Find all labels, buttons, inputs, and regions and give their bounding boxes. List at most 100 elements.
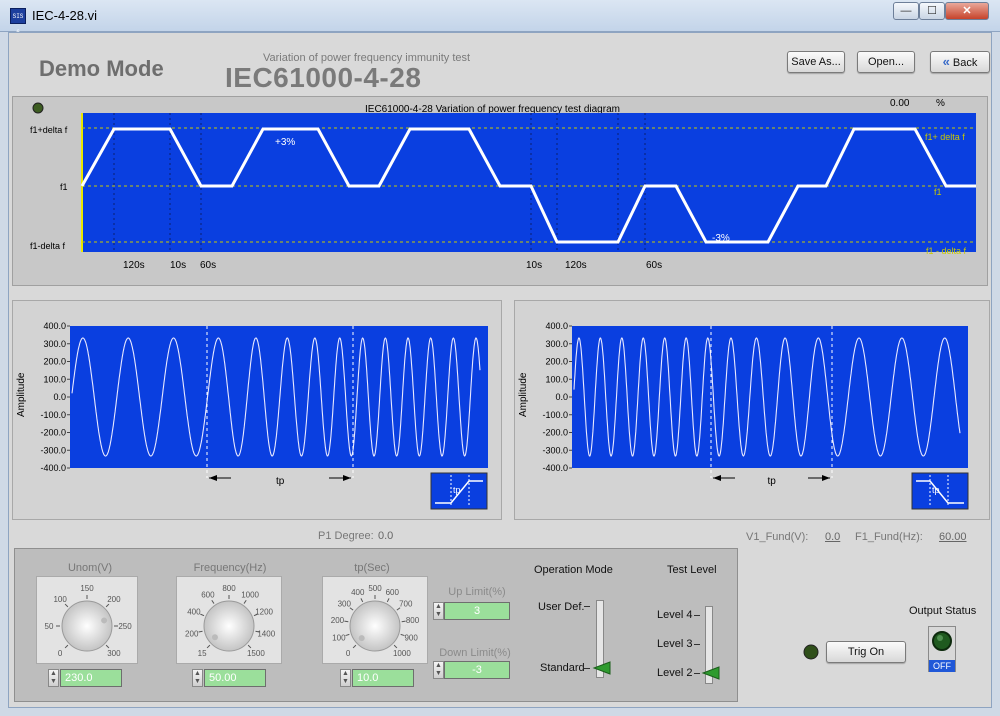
knob-scale-label: 0 — [346, 649, 351, 658]
knob-dial — [349, 600, 401, 652]
y-label-upper: f1+delta f — [30, 125, 68, 135]
up-limit-label: Up Limit(%) — [448, 586, 506, 598]
knob-scale-label: 1000 — [241, 590, 259, 599]
trig-on-button[interactable]: Trig On — [826, 641, 906, 663]
tp-spinner[interactable]: ▲ ▼ — [340, 669, 351, 687]
knob-scale-label: 500 — [368, 584, 382, 593]
knob-scale-label: 1500 — [247, 649, 265, 658]
knob-scale-label: 15 — [198, 649, 207, 658]
frequency-value-field[interactable]: 50.00 — [204, 669, 266, 687]
p1-degree-value: 0.0 — [378, 530, 394, 542]
knob-scale-label: 150 — [80, 584, 94, 593]
waveform-ytick: -400.0 — [542, 463, 568, 473]
knob-scale-label: 1000 — [393, 649, 411, 658]
knob-scale-label: 250 — [118, 622, 132, 631]
right-label-lower: f1 - delta f — [926, 246, 967, 256]
unom-knob[interactable]: 0 50 100 150 200 250 300 — [36, 576, 138, 664]
unom-value-field[interactable]: 230.0 — [60, 669, 122, 687]
open-button[interactable]: Open... — [857, 51, 915, 73]
minimize-button[interactable]: — — [893, 2, 919, 20]
knob-scale-label: 400 — [187, 607, 201, 616]
tick-mark — [584, 606, 590, 607]
operation-mode-slider-thumb[interactable] — [592, 661, 612, 675]
operation-mode-option-standard: Standard — [540, 662, 585, 674]
unom-spinner[interactable]: ▲ ▼ — [48, 669, 59, 687]
frequency-knob-title: Frequency(Hz) — [193, 562, 267, 574]
knob-scale-label: 300 — [107, 649, 121, 658]
window-titlebar — [0, 0, 1000, 32]
app-icon: SIS 6 — [10, 8, 26, 36]
test-diagram: IEC61000-4-28 Variation of power frequen… — [30, 98, 976, 271]
knob-tick-mark — [344, 620, 349, 623]
knob-tick-mark — [200, 613, 205, 617]
knob-scale-label: 800 — [406, 616, 420, 625]
diagram-percent-unit: % — [936, 98, 945, 109]
knob-scale-label: 1400 — [257, 629, 275, 638]
test-level-option-3: Level 3 — [657, 638, 693, 650]
knob-scale-label: 200 — [107, 595, 121, 604]
output-status-switch[interactable]: OFF — [928, 626, 956, 672]
knob-scale-label: 0 — [58, 649, 63, 658]
knob-tick-mark — [247, 644, 252, 649]
tick-mark — [694, 673, 700, 674]
down-limit-field[interactable]: -3 — [444, 661, 510, 679]
knob-pointer — [101, 617, 108, 624]
waveform-ytick: 400.0 — [43, 321, 66, 331]
tick-mark — [584, 668, 590, 669]
double-chevron-left-icon: « — [942, 54, 950, 69]
tp-value-field[interactable]: 10.0 — [352, 669, 414, 687]
annotation-minus: -3% — [712, 233, 730, 244]
knob-tick-mark — [198, 630, 203, 633]
test-level-slider-thumb[interactable] — [701, 666, 721, 680]
knob-tick-mark — [393, 644, 398, 649]
frequency-spinner[interactable]: ▲ ▼ — [192, 669, 203, 687]
test-level-option-2: Level 2 — [657, 667, 693, 679]
tp-knob[interactable]: 0100 200 300 400 500 600 700 800 900 1000 — [322, 576, 428, 664]
up-limit-spinner[interactable]: ▲ ▼ — [433, 602, 444, 620]
back-button[interactable]: « Back — [930, 51, 990, 73]
maximize-button[interactable]: ☐ — [919, 2, 945, 20]
knob-scale-label: 200 — [331, 616, 345, 625]
knob-pointer — [358, 635, 365, 642]
close-button[interactable]: ✕ — [945, 2, 989, 20]
frequency-knob[interactable]: 15 200 400600 800 1000 1200 1400 1500 — [176, 576, 282, 664]
waveform-ytick: -100.0 — [40, 410, 66, 420]
f1-fund-label: F1_Fund(Hz): — [855, 531, 923, 543]
time-label: 60s — [646, 260, 662, 271]
tick-mark — [694, 615, 700, 616]
knob-tick-mark — [386, 598, 390, 603]
v1-fund-value: 0.0 — [825, 531, 841, 543]
waveform-ytick: 200.0 — [43, 357, 66, 367]
knob-tick-mark — [243, 599, 247, 604]
tp-label: tp — [276, 476, 285, 487]
down-limit-spinner[interactable]: ▲ ▼ — [433, 661, 444, 679]
diagram-percent-value: 0.00 — [890, 98, 910, 109]
annotation-plus: +3% — [275, 137, 295, 148]
right-label-nominal: f1 — [934, 187, 942, 197]
window-title: IEC-4-28.vi — [32, 8, 98, 23]
waveform-plot-area — [572, 326, 968, 468]
p1-degree-label: P1 Degree: — [318, 530, 374, 542]
y-label-nominal: f1 — [60, 182, 68, 192]
tp-inset-label: tp — [453, 485, 461, 495]
waveform-ytick: 400.0 — [545, 321, 568, 331]
knob-pointer — [211, 634, 218, 641]
diagram-indicator-led — [32, 102, 44, 114]
knob-tick-mark — [64, 603, 69, 608]
waveform-ytick: -300.0 — [40, 445, 66, 455]
knob-scale-label: 50 — [45, 622, 54, 631]
test-level-title: Test Level — [667, 564, 717, 576]
time-label: 120s — [123, 260, 145, 271]
knob-dial — [203, 600, 255, 652]
save-as-button[interactable]: Save As... — [787, 51, 845, 73]
knob-tick-mark — [64, 644, 69, 649]
up-limit-field[interactable]: 3 — [444, 602, 510, 620]
knob-scale-label: 200 — [185, 629, 199, 638]
waveform-chart-right: Amplitude 400.0 300.0 200.0 100.0 0.0 -100.0 -2… — [518, 321, 969, 510]
waveform-ytick: -200.0 — [542, 428, 568, 438]
knob-tick-mark — [352, 644, 357, 649]
knob-tick-mark — [206, 644, 211, 649]
test-level-option-4: Level 4 — [657, 609, 693, 621]
output-status-value: OFF — [929, 660, 955, 672]
waveform-ytick: -400.0 — [40, 463, 66, 473]
